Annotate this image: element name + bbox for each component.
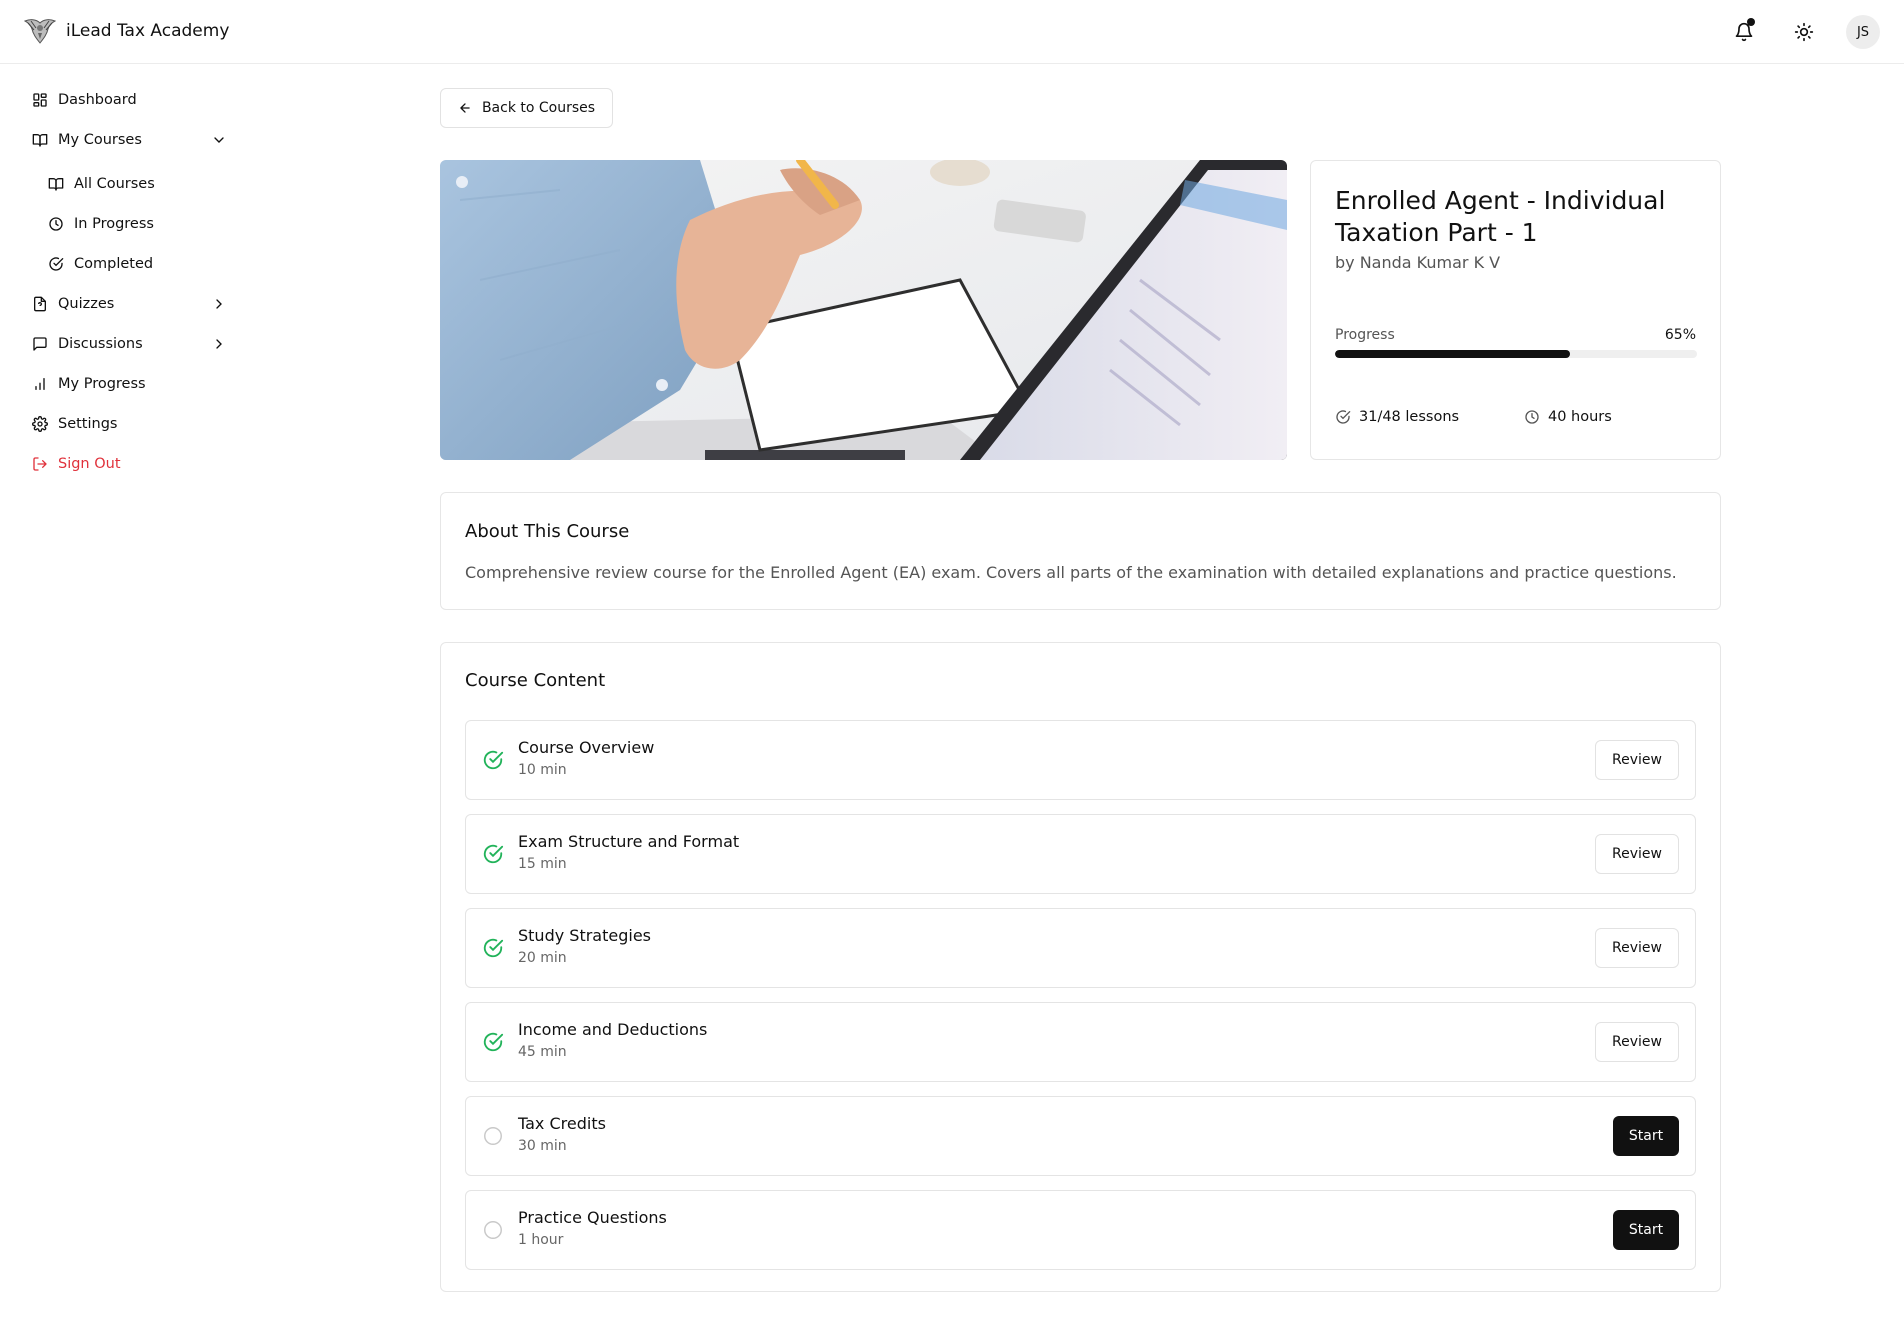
check-circle-icon: [482, 1031, 504, 1053]
review-button[interactable]: Review: [1595, 1022, 1679, 1062]
back-to-courses-button[interactable]: Back to Courses: [440, 88, 613, 128]
eagle-logo-icon: [24, 17, 56, 45]
progress-percent: 65%: [1664, 327, 1696, 343]
course-author: by Nanda Kumar K V: [1335, 253, 1501, 272]
arrow-left-icon: [458, 101, 472, 115]
book-icon: [32, 132, 48, 148]
lessons-stat-label: 31/48 lessons: [1359, 409, 1460, 425]
empty-circle-icon: [482, 1219, 504, 1241]
progress-bar: [1335, 350, 1697, 358]
lesson-title: Exam Structure and Format: [518, 832, 740, 851]
start-button[interactable]: Start: [1613, 1210, 1679, 1250]
sidebar-item-label: Sign Out: [58, 456, 121, 472]
gear-icon: [32, 416, 48, 432]
course-title: Enrolled Agent - Individual Taxation Par…: [1335, 186, 1666, 247]
lesson-duration: 1 hour: [518, 1232, 564, 1248]
course-content-title: Course Content: [465, 670, 606, 691]
lesson-row[interactable]: Income and Deductions 45 min Review: [465, 1002, 1696, 1082]
sun-icon: [1794, 22, 1814, 42]
review-button[interactable]: Review: [1595, 740, 1679, 780]
chevron-right-icon: [211, 296, 227, 312]
lesson-duration: 15 min: [518, 856, 567, 872]
sidebar-item-all-courses[interactable]: All Courses: [48, 172, 155, 196]
lesson-row[interactable]: Tax Credits 30 min Start: [465, 1096, 1696, 1176]
sidebar-item-sign-out[interactable]: Sign Out: [32, 452, 121, 476]
about-course-card: About This Course Comprehensive review c…: [440, 492, 1721, 610]
about-description: Comprehensive review course for the Enro…: [465, 563, 1677, 582]
empty-circle-icon: [482, 1125, 504, 1147]
sidebar-item-completed[interactable]: Completed: [48, 252, 153, 276]
lesson-duration: 45 min: [518, 1044, 567, 1060]
top-actions: JS: [1726, 14, 1880, 50]
lesson-title: Tax Credits: [518, 1114, 606, 1133]
review-button[interactable]: Review: [1595, 834, 1679, 874]
check-circle-icon: [48, 256, 64, 272]
clock-icon: [1524, 409, 1540, 425]
lesson-title: Income and Deductions: [518, 1020, 708, 1039]
progress-bar-fill: [1335, 350, 1571, 358]
check-circle-icon: [482, 937, 504, 959]
check-circle-icon: [482, 749, 504, 771]
lesson-duration: 10 min: [518, 762, 567, 778]
theme-toggle-button[interactable]: [1786, 14, 1822, 50]
hours-stat: 40 hours: [1524, 409, 1612, 425]
check-circle-icon: [1335, 409, 1351, 425]
top-bar: iLead Tax Academy JS: [0, 0, 1904, 64]
sidebar-item-label: Completed: [74, 256, 154, 272]
sidebar-item-dashboard[interactable]: Dashboard: [32, 88, 137, 112]
message-icon: [32, 336, 48, 352]
notifications-button[interactable]: [1726, 14, 1762, 50]
quiz-file-icon: [32, 296, 48, 312]
app-name: iLead Tax Academy: [66, 21, 230, 41]
lesson-title: Practice Questions: [518, 1208, 667, 1227]
start-button[interactable]: Start: [1613, 1116, 1679, 1156]
bar-chart-icon: [32, 376, 48, 392]
sign-out-icon: [32, 456, 48, 472]
sidebar-item-label: Settings: [58, 416, 118, 432]
user-avatar[interactable]: JS: [1846, 15, 1880, 49]
lesson-row[interactable]: Exam Structure and Format 15 min Review: [465, 814, 1696, 894]
clock-icon: [48, 216, 64, 232]
sidebar-item-label: Dashboard: [58, 92, 137, 108]
lesson-duration: 30 min: [518, 1138, 567, 1154]
progress-label: Progress: [1335, 327, 1395, 343]
sidebar-item-label: In Progress: [74, 216, 154, 232]
lesson-title: Course Overview: [518, 738, 655, 757]
sidebar-item-my-courses[interactable]: My Courses: [32, 128, 227, 152]
brand[interactable]: iLead Tax Academy: [24, 17, 229, 45]
sidebar-item-discussions[interactable]: Discussions: [32, 332, 227, 356]
sidebar-item-label: My Progress: [58, 376, 146, 392]
course-content-card: Course Content Course Overview 10 min Re…: [440, 642, 1721, 1292]
lesson-row[interactable]: Practice Questions 1 hour Start: [465, 1190, 1696, 1270]
lesson-row[interactable]: Study Strategies 20 min Review: [465, 908, 1696, 988]
course-hero-image: [440, 160, 1287, 460]
sidebar-item-label: Discussions: [58, 336, 143, 352]
sidebar-item-label: My Courses: [58, 132, 142, 148]
review-button[interactable]: Review: [1595, 928, 1679, 968]
notification-dot: [1747, 18, 1755, 26]
check-circle-icon: [482, 843, 504, 865]
sidebar-item-my-progress[interactable]: My Progress: [32, 372, 146, 396]
hours-stat-label: 40 hours: [1548, 409, 1612, 425]
lesson-title: Study Strategies: [518, 926, 651, 945]
lesson-duration: 20 min: [518, 950, 567, 966]
sidebar-item-settings[interactable]: Settings: [32, 412, 117, 436]
chevron-down-icon: [211, 132, 227, 148]
lesson-row[interactable]: Course Overview 10 min Review: [465, 720, 1696, 800]
sidebar-item-label: All Courses: [74, 176, 155, 192]
chevron-right-icon: [211, 336, 227, 352]
about-title: About This Course: [465, 521, 630, 542]
grid-icon: [32, 92, 48, 108]
back-button-label: Back to Courses: [481, 100, 596, 116]
sidebar-item-in-progress[interactable]: In Progress: [48, 212, 154, 236]
lessons-stat: 31/48 lessons: [1335, 409, 1459, 425]
sidebar-item-label: Quizzes: [58, 296, 115, 312]
sidebar-item-quizzes[interactable]: Quizzes: [32, 292, 227, 316]
course-info-card: Enrolled Agent - Individual Taxation Par…: [1310, 160, 1721, 460]
book-icon: [48, 176, 64, 192]
